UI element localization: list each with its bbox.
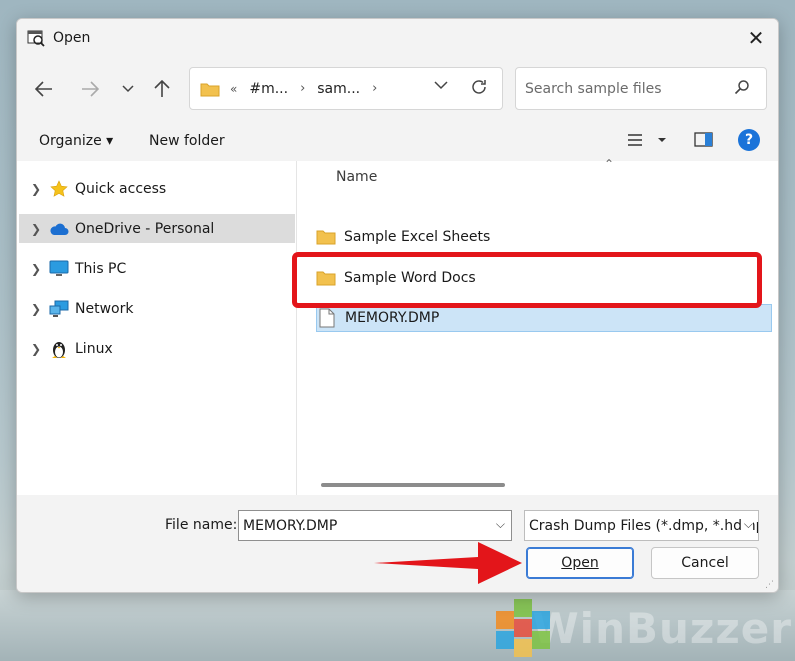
- up-button[interactable]: [147, 75, 177, 103]
- star-icon: [49, 179, 69, 199]
- sidebar-item-label: This PC: [75, 260, 127, 277]
- chevron-right-icon[interactable]: ❯: [23, 302, 49, 316]
- chevron-down-icon: [122, 85, 134, 93]
- arrow-left-icon: [35, 81, 52, 97]
- dialog-title: Open: [53, 30, 91, 46]
- navigation-bar: « #m... › sam... › Search sample files: [17, 67, 778, 111]
- cloud-icon: [49, 219, 69, 239]
- help-button[interactable]: ?: [738, 129, 760, 151]
- breadcrumb-separator-icon[interactable]: ›: [372, 81, 377, 96]
- file-name: Sample Excel Sheets: [344, 229, 491, 245]
- sidebar-item-this-pc[interactable]: ❯ This PC: [19, 254, 295, 283]
- folder-icon: [200, 83, 220, 96]
- navigation-pane[interactable]: ❯ Quick access ❯ OneDrive - Personal ❯ T…: [17, 161, 297, 495]
- watermark: WinBuzzer: [492, 598, 792, 658]
- chevron-down-icon: [434, 81, 448, 90]
- sidebar-item-quick-access[interactable]: ❯ Quick access: [19, 174, 295, 203]
- red-highlight-box: [292, 252, 762, 308]
- forward-button[interactable]: [75, 75, 105, 103]
- address-history-dropdown[interactable]: [434, 78, 448, 94]
- chevron-right-icon[interactable]: ❯: [23, 182, 49, 196]
- refresh-button[interactable]: [470, 77, 488, 101]
- sidebar-item-linux[interactable]: ❯ Linux: [19, 334, 295, 363]
- recent-locations-button[interactable]: [113, 75, 143, 103]
- sidebar-item-label: Linux: [75, 340, 113, 357]
- file-name-label: File name:: [165, 517, 238, 533]
- list-view-icon: [628, 134, 666, 146]
- resize-grip-icon[interactable]: ⋰: [765, 580, 774, 590]
- file-type-value: Crash Dump Files (*.dmp, *.hdmp): [529, 517, 759, 534]
- sort-ascending-icon: ⌃: [604, 157, 615, 171]
- chevron-right-icon[interactable]: ❯: [23, 262, 49, 276]
- search-box[interactable]: Search sample files: [515, 67, 767, 110]
- list-item[interactable]: Sample Excel Sheets: [316, 223, 772, 251]
- file-name: MEMORY.DMP: [345, 310, 440, 326]
- close-icon: ✕: [747, 26, 765, 50]
- command-bar: Organize ▾ New folder ?: [17, 123, 778, 161]
- winbuzzer-logo-icon: [492, 599, 550, 657]
- refresh-icon: [472, 80, 486, 94]
- sidebar-item-network[interactable]: ❯ Network: [19, 294, 295, 323]
- chevron-down-icon[interactable]: ⌵: [496, 517, 505, 532]
- chevron-right-icon[interactable]: ❯: [23, 222, 49, 236]
- new-folder-button[interactable]: New folder: [149, 133, 225, 149]
- horizontal-scrollbar[interactable]: [321, 483, 505, 487]
- search-placeholder: Search sample files: [525, 80, 662, 97]
- sidebar-item-label: OneDrive - Personal: [75, 220, 215, 237]
- back-button[interactable]: [29, 75, 59, 103]
- network-icon: [49, 299, 69, 319]
- cancel-button[interactable]: Cancel: [651, 547, 759, 579]
- document-icon: [317, 308, 337, 328]
- breadcrumb-item[interactable]: #m...: [249, 81, 288, 97]
- dialog-app-icon: [27, 30, 45, 47]
- preview-pane-icon: [694, 132, 713, 147]
- sidebar-item-label: Network: [75, 300, 134, 317]
- organize-menu[interactable]: Organize ▾: [39, 133, 113, 149]
- file-type-filter[interactable]: Crash Dump Files (*.dmp, *.hdmp) ⌵: [524, 510, 759, 541]
- title-bar: Open ✕: [17, 19, 778, 57]
- preview-pane-button[interactable]: [694, 131, 714, 153]
- column-header-name[interactable]: Name: [336, 169, 377, 185]
- breadcrumb-separator-icon[interactable]: ›: [300, 81, 305, 96]
- sidebar-item-onedrive[interactable]: ❯ OneDrive - Personal: [19, 214, 295, 243]
- open-button[interactable]: Open: [526, 547, 634, 579]
- linux-penguin-icon: [49, 339, 69, 359]
- folder-icon: [316, 227, 336, 247]
- red-arrow-icon: [374, 542, 522, 584]
- list-item-selected[interactable]: MEMORY.DMP: [316, 304, 772, 332]
- file-name-value: MEMORY.DMP: [243, 517, 338, 534]
- watermark-text: WinBuzzer: [532, 603, 792, 653]
- arrow-up-icon: [154, 80, 170, 97]
- chevron-right-icon[interactable]: ❯: [23, 342, 49, 356]
- browser-area: ❯ Quick access ❯ OneDrive - Personal ❯ T…: [17, 157, 778, 495]
- address-bar[interactable]: « #m... › sam... ›: [189, 67, 503, 110]
- breadcrumb-overflow[interactable]: «: [230, 82, 237, 96]
- search-icon: [734, 80, 749, 95]
- chevron-down-icon[interactable]: ⌵: [741, 517, 753, 532]
- cancel-button-label: Cancel: [681, 555, 729, 571]
- file-list[interactable]: ⌃ Name Sample Excel Sheets Sample Word D…: [298, 157, 778, 495]
- breadcrumb-item[interactable]: sam...: [317, 81, 360, 97]
- view-options-button[interactable]: [627, 131, 667, 153]
- open-button-label: Open: [561, 555, 599, 571]
- monitor-icon: [49, 259, 69, 279]
- arrow-right-icon: [82, 81, 99, 97]
- sidebar-item-label: Quick access: [75, 180, 167, 197]
- close-button[interactable]: ✕: [740, 23, 772, 53]
